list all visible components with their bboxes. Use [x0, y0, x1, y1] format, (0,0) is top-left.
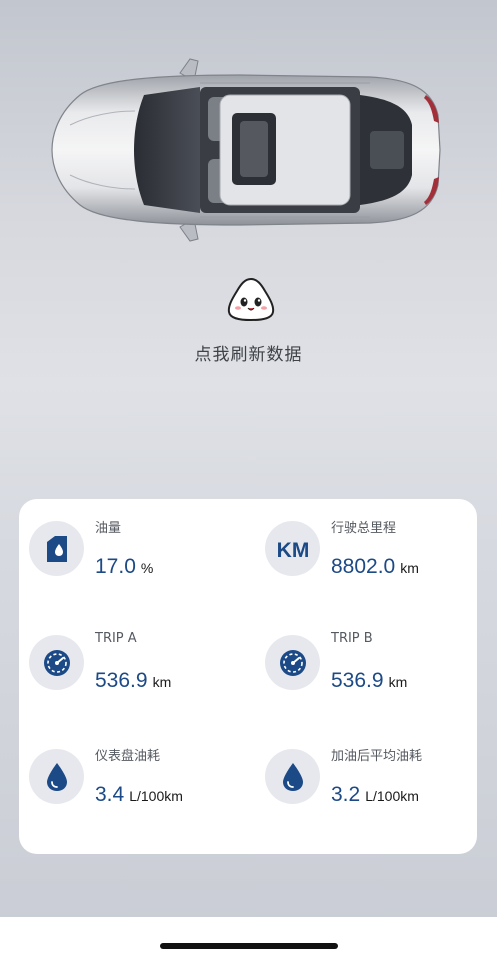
bottom-safe-area: [0, 917, 497, 960]
svg-text:KM: KM: [276, 539, 309, 561]
stat-unit: km: [388, 674, 408, 690]
home-indicator[interactable]: [160, 943, 338, 949]
stat-unit: L/100km: [365, 788, 419, 804]
fuel-drop-icon: [265, 749, 320, 804]
stat-label: 仪表盘油耗: [95, 749, 161, 764]
stat-value: 17.0: [95, 555, 136, 578]
stat-trip-a: TRIP A 536.9 km: [19, 613, 239, 693]
car-top-view-image: [40, 55, 450, 245]
vehicle-stats-card: 油量 17.0% KM 行驶总里程 8802.0 km TRIP A 536.9 k…: [19, 499, 477, 854]
stat-total-mileage: KM 行驶总里程 8802.0 km: [255, 499, 475, 579]
refresh-data-button[interactable]: 点我刷新数据: [0, 340, 497, 365]
mascot-refresh-icon[interactable]: [226, 276, 276, 322]
fuel-can-icon: [29, 521, 84, 576]
stat-value: 3.4: [95, 783, 125, 806]
stat-refuel-average-consumption: 加油后平均油耗 3.2 L/100km: [255, 727, 475, 807]
stat-unit: km: [400, 560, 419, 576]
stat-value: 3.2: [331, 783, 361, 806]
stat-label: TRIP B: [331, 631, 373, 646]
speedometer-icon: [265, 635, 320, 690]
fuel-drop-icon: [29, 749, 84, 804]
stat-trip-b: TRIP B 536.9 km: [255, 613, 475, 693]
stat-dashboard-consumption: 仪表盘油耗 3.4 L/100km: [19, 727, 239, 807]
stat-label: 行驶总里程: [331, 521, 397, 536]
stat-unit: %: [140, 560, 154, 576]
km-icon: KM: [265, 521, 320, 576]
stat-value: 536.9: [95, 669, 148, 692]
stat-unit: km: [152, 674, 172, 690]
stat-label: 加油后平均油耗: [331, 749, 423, 764]
speedometer-icon: [29, 635, 84, 690]
stat-fuel-level: 油量 17.0%: [19, 499, 239, 579]
stat-value: 536.9: [331, 669, 384, 692]
stat-label: 油量: [95, 521, 122, 536]
stat-value: 8802.0: [331, 555, 396, 578]
stat-unit: L/100km: [129, 788, 183, 804]
stat-label: TRIP A: [95, 631, 137, 646]
